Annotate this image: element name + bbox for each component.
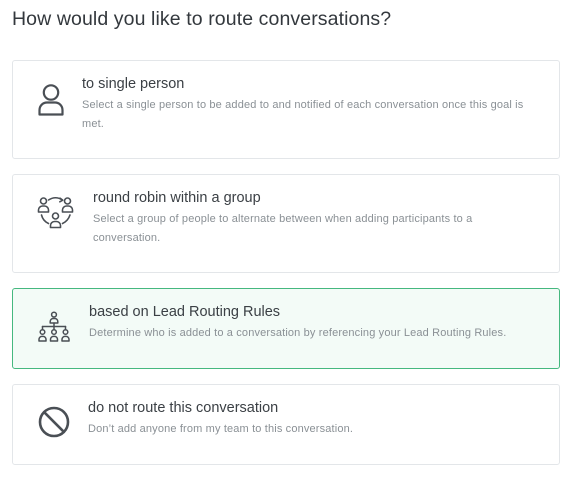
route-option-description: Select a group of people to alternate be… <box>93 213 473 244</box>
route-option-description: Don’t add anyone from my team to this co… <box>88 423 354 435</box>
route-option-title: to single person <box>82 76 185 92</box>
person-icon <box>38 84 64 116</box>
route-option-description: Determine who is added to a conversation… <box>89 327 507 339</box>
route-option-lead-routing[interactable]: based on Lead Routing Rules Determine wh… <box>12 288 560 369</box>
route-option-description: Select a single person to be added to an… <box>82 99 524 130</box>
route-option-round-robin[interactable]: round robin within a group Select a grou… <box>12 174 560 273</box>
route-option-title: round robin within a group <box>93 190 261 206</box>
route-option-title: do not route this conversation <box>88 400 279 416</box>
round-robin-group-icon <box>37 196 74 229</box>
prohibited-icon <box>38 406 70 438</box>
page-title: How would you like to route conversation… <box>12 8 392 30</box>
route-option-do-not-route[interactable]: do not route this conversation Don’t add… <box>12 384 560 465</box>
route-option-single-person[interactable]: to single person Select a single person … <box>12 60 560 159</box>
org-chart-icon <box>38 311 70 342</box>
route-option-title: based on Lead Routing Rules <box>89 304 281 320</box>
